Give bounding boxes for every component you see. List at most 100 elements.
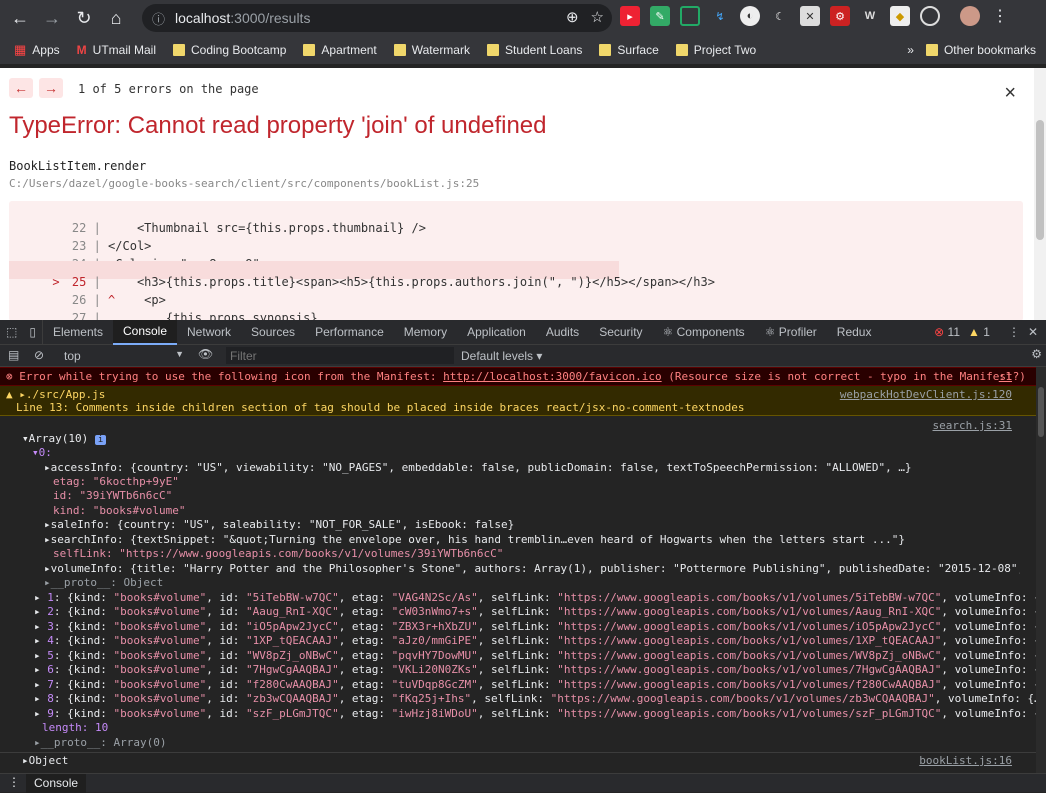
folder-icon [303,44,316,56]
extension-icon[interactable]: ▸ [620,6,640,26]
tab-application[interactable]: Application [457,320,536,345]
extension-icon[interactable]: ↯ [710,6,730,26]
expand-arrow-icon[interactable]: ▸ [19,388,26,401]
console-warning-message: ▲ ▸./src/App.js Line 13: Comments inside… [0,386,1036,416]
tab-audits[interactable]: Audits [536,320,589,345]
array-item[interactable]: ▸ 6: {kind: "books#volume", id: "7HgwCgA… [0,663,1036,676]
tab-sources[interactable]: Sources [241,320,305,345]
array-item[interactable]: ▸ 2: {kind: "books#volume", id: "Aaug_Rn… [0,605,1036,618]
source-link[interactable]: webpackHotDevClient.js:120 [840,388,1012,401]
avatar[interactable] [960,6,980,26]
tab-redux[interactable]: Redux [827,320,882,345]
next-error-button[interactable]: → [39,78,63,98]
other-bookmarks[interactable]: Other bookmarks [925,43,1036,57]
tree-node[interactable]: ▸searchInfo: {textSnippet: "&quot;Turnin… [0,533,1036,546]
error-count-badge[interactable]: ⊗ 11 [934,325,960,339]
manifest-icon-link[interactable]: http://localhost:3000/favicon.ico [443,370,662,383]
source-link[interactable]: :1 [999,370,1012,383]
console-scrollbar[interactable] [1036,367,1046,773]
array-index-0[interactable]: ▾0: [0,446,1036,459]
reload-icon[interactable]: ↻ [72,6,96,30]
array-item[interactable]: ▸ 1: {kind: "books#volume", id: "5iTebBW… [0,591,1036,604]
tree-node[interactable]: ▸__proto__: Array(0) [0,736,1036,749]
device-toolbar-icon[interactable]: ▯ [23,319,43,345]
bookmark-apps[interactable]: ▦ Apps [14,42,60,58]
extension-icon[interactable] [920,6,940,26]
bookmark-folder[interactable]: Surface [599,43,659,57]
array-item[interactable]: ▸ 7: {kind: "books#volume", id: "f280CwA… [0,678,1036,691]
warning-icon: ▲ [6,388,13,401]
info-icon[interactable]: ⓘ [152,9,165,28]
bookmark-folder[interactable]: Project Two [675,43,756,57]
array-item[interactable]: ▸ 9: {kind: "books#volume", id: "szF_pLG… [0,707,1036,720]
devtools-tabbar: ⬚ ▯ Elements Console Network Sources Per… [0,319,1046,345]
console-filter-input[interactable] [226,347,454,364]
tab-performance[interactable]: Performance [305,320,394,345]
close-devtools-icon[interactable]: ✕ [1028,325,1038,339]
devtools-drawer: ⋮ Console [0,773,1046,793]
folder-icon [675,44,688,56]
extension-icon[interactable]: ⚙ [830,6,850,26]
bookmarks-overflow[interactable]: » [907,43,914,57]
tab-console[interactable]: Console [112,319,178,345]
console-settings-icon[interactable]: ⚙ [1031,347,1042,361]
inspect-element-icon[interactable]: ⬚ [0,320,23,345]
tree-node[interactable]: ▸saleInfo: {country: "US", saleability: … [0,518,1036,531]
array-item[interactable]: ▸ 5: {kind: "books#volume", id: "WV8pZj_… [0,649,1036,662]
error-count: 1 of 5 errors on the page [78,82,259,96]
bookmark-folder[interactable]: Coding Bootcamp [173,43,286,57]
tab-memory[interactable]: Memory [394,320,457,345]
extension-icon[interactable]: ◆ [890,6,910,26]
tab-elements[interactable]: Elements [43,320,113,345]
tree-node[interactable]: ▸volumeInfo: {title: "Harry Potter and t… [0,562,1020,575]
warning-count-badge[interactable]: ▲ 1 [968,325,990,339]
collapse-arrow-icon: ▾ [22,432,29,445]
source-link[interactable]: search.js:31 [933,419,1012,432]
context-select[interactable]: top ▼ [64,349,184,363]
tree-node[interactable]: ▸__proto__: Object [0,576,1036,589]
tab-components[interactable]: ⚛ Components [653,320,755,345]
bookmark-folder[interactable]: Apartment [303,43,377,57]
drawer-tab-console[interactable]: Console [26,774,87,793]
bookmark-star-icon[interactable]: ☆ [591,8,604,26]
menu-icon[interactable]: ⋮ [990,6,1010,26]
bookmark-folder[interactable]: Watermark [393,43,470,57]
close-icon[interactable]: × [1004,82,1016,105]
error-icon: ⊗ [934,325,945,339]
dark-mode-icon[interactable]: ☾ [770,6,790,26]
browser-toolbar: ← → ↻ ⌂ ⓘ localhost:3000/results ⊕ ☆ ▸ ✎… [0,0,1046,36]
drawer-menu-icon[interactable]: ⋮ [8,775,20,789]
overlay-scrollbar[interactable] [1034,68,1046,320]
extension-icon[interactable]: ✕ [800,6,820,26]
prev-error-button[interactable]: ← [9,78,33,98]
forward-icon[interactable]: → [40,6,64,30]
code-line: 24 | <Col size="xs-8 sm-9"> [9,243,267,271]
code-line: 26 | ^ <p> [71,293,166,307]
extension-icon[interactable] [680,6,700,26]
sidebar-toggle-icon[interactable]: ▤ [8,348,19,362]
eye-icon[interactable]: 👁 [198,347,213,361]
log-levels-select[interactable]: Default levels ▾ [461,349,542,363]
extension-icon[interactable]: ✎ [650,6,670,26]
array-item[interactable]: ▸ 4: {kind: "books#volume", id: "1XP_tQE… [0,634,1036,647]
tab-profiler[interactable]: ⚛ Profiler [755,320,827,345]
tab-network[interactable]: Network [177,320,241,345]
settings-menu-icon[interactable]: ⋮ [1008,325,1020,339]
array-item[interactable]: ▸ 3: {kind: "books#volume", id: "iO5pApw… [0,620,1036,633]
zoom-icon[interactable]: ⊕ [566,8,579,26]
array-node[interactable]: ▾Array(10) i [0,432,1036,445]
extension-icon[interactable]: W [860,6,880,26]
source-link[interactable]: bookList.js:16 [919,754,1012,767]
bookmark-folder[interactable]: Student Loans [486,43,582,57]
clear-console-icon[interactable]: ⊘ [34,348,44,362]
extension-icon[interactable]: ◐ [740,6,760,26]
bookmark-mail[interactable]: M UTmail Mail [77,43,156,57]
tab-security[interactable]: Security [589,320,652,345]
array-item[interactable]: ▸ 8: {kind: "books#volume", id: "zb3wCQA… [0,692,1036,705]
tree-node[interactable]: ▸accessInfo: {country: "US", viewability… [0,461,1036,474]
home-icon[interactable]: ⌂ [104,6,128,30]
back-icon[interactable]: ← [8,6,32,30]
object-node[interactable]: ▸Object bookList.js:16 [0,752,1036,767]
address-bar[interactable]: ⓘ localhost:3000/results ⊕ ☆ [142,4,612,32]
folder-icon [599,44,612,56]
